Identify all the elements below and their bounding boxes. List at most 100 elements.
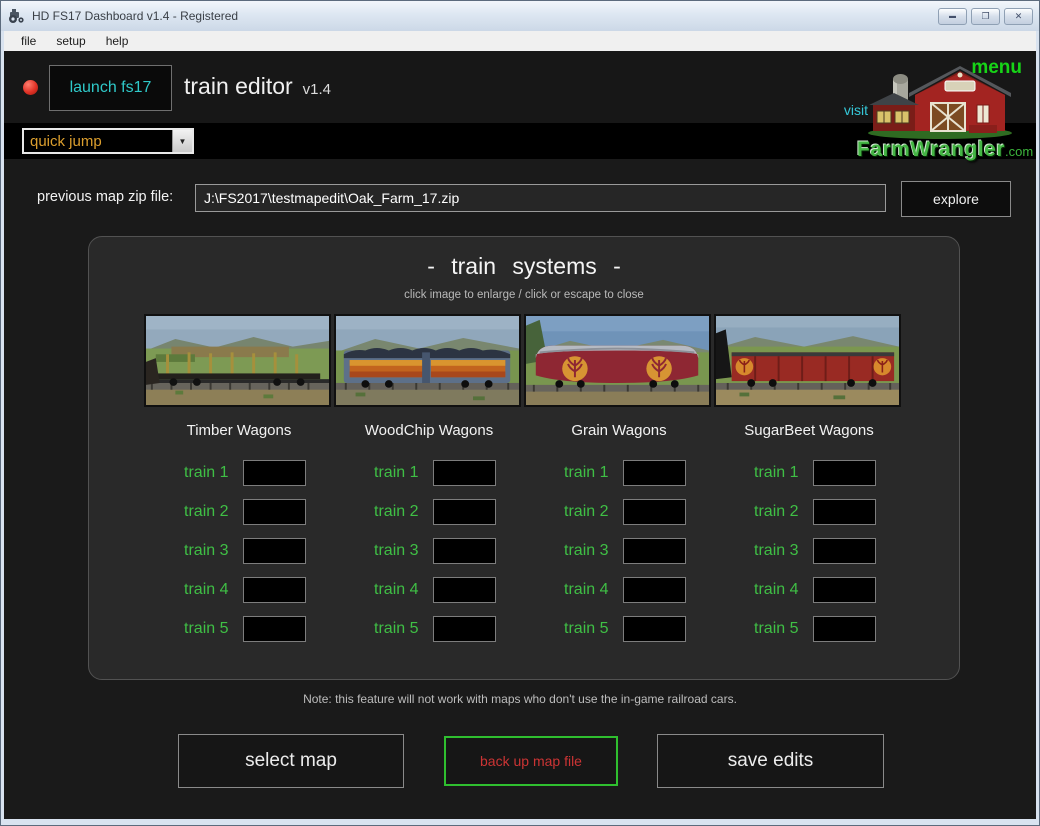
farmwrangler-logo[interactable]: FarmWrangler.com [857, 61, 1022, 162]
train-row-label: train 2 [173, 503, 229, 521]
select-map-button[interactable]: select map [178, 734, 404, 788]
map-zip-path-input[interactable] [195, 184, 886, 212]
train-row-label: train 2 [553, 503, 609, 521]
train-input-col4-row4[interactable] [813, 577, 876, 603]
app-window: HD FS17 Dashboard v1.4 - Registered ▬ ❐ … [0, 0, 1040, 826]
train-input-col2-row4[interactable] [433, 577, 496, 603]
train-systems-panel: - train systems - click image to enlarge… [88, 236, 960, 680]
train-row-label: train 3 [743, 542, 799, 560]
menubar: file setup help [4, 31, 1036, 51]
column-header: WoodChip Wagons [334, 422, 524, 444]
wagon-images-row [144, 314, 904, 407]
train-row-label: train 5 [743, 620, 799, 638]
grain-wagons-image[interactable] [524, 314, 711, 407]
quick-jump-selected-value: quick jump [24, 133, 172, 150]
train-row: train 2 [524, 498, 714, 525]
menu-file[interactable]: file [12, 33, 45, 49]
train-row: train 4 [524, 576, 714, 603]
timber-wagons-image[interactable] [144, 314, 331, 407]
train-row-label: train 4 [173, 581, 229, 599]
column-grain-wagons: Grain Wagons train 1 train 2 train 3 train … [524, 422, 714, 654]
panel-title: - train systems - [89, 253, 959, 280]
train-row: train 1 [334, 459, 524, 486]
train-row-label: train 3 [553, 542, 609, 560]
menu-setup[interactable]: setup [47, 33, 94, 49]
page-title-text: train editor [184, 73, 293, 99]
train-row: train 5 [144, 615, 334, 642]
titlebar[interactable]: HD FS17 Dashboard v1.4 - Registered ▬ ❐ … [1, 1, 1039, 31]
train-row: train 2 [714, 498, 904, 525]
train-row-label: train 2 [363, 503, 419, 521]
train-row: train 5 [714, 615, 904, 642]
train-input-col1-row1[interactable] [243, 460, 306, 486]
previous-map-label: previous map zip file: [37, 189, 173, 205]
footer-note: Note: this feature will not work with ma… [4, 692, 1036, 706]
train-input-col4-row3[interactable] [813, 538, 876, 564]
train-row-label: train 1 [553, 464, 609, 482]
train-row: train 3 [144, 537, 334, 564]
train-row: train 2 [144, 498, 334, 525]
wagon-columns: Timber Wagons train 1train 2train 3train… [144, 422, 904, 654]
column-timber-wagons: Timber Wagons train 1train 2train 3train… [144, 422, 334, 654]
train-row-label: train 5 [173, 620, 229, 638]
sugarbeet-wagons-image[interactable] [714, 314, 901, 407]
barn-logo-image [865, 61, 1015, 139]
window-frame: file setup help launch fs17 train editor… [4, 31, 1036, 819]
explore-button[interactable]: explore [901, 181, 1011, 217]
panel-subtitle: click image to enlarge / click or escape… [89, 289, 959, 301]
app-content: launch fs17 train editorv1.4 menu visit [4, 51, 1036, 819]
train-row: train 1 [524, 459, 714, 486]
maximize-icon: ❐ [981, 12, 989, 21]
woodchip-wagons-image[interactable] [334, 314, 521, 407]
close-icon: ✕ [1015, 12, 1023, 21]
train-row: train 4 [334, 576, 524, 603]
train-input-col2-row2[interactable] [433, 499, 496, 525]
train-row: train 4 [714, 576, 904, 603]
train-input-col4-row1[interactable] [813, 460, 876, 486]
train-input-col2-row5[interactable] [433, 616, 496, 642]
menu-help[interactable]: help [97, 33, 138, 49]
train-input-col4-row2[interactable] [813, 499, 876, 525]
backup-map-file-button[interactable]: back up map file [444, 736, 618, 786]
train-row-label: train 1 [743, 464, 799, 482]
train-row-label: train 4 [743, 581, 799, 599]
train-row-label: train 5 [363, 620, 419, 638]
train-row-label: train 3 [173, 542, 229, 560]
train-input-col1-row2[interactable] [243, 499, 306, 525]
page-version: v1.4 [303, 81, 331, 98]
train-input-col2-row3[interactable] [433, 538, 496, 564]
quick-jump-dropdown[interactable]: quick jump ▼ [22, 128, 194, 154]
train-input-col3-row2[interactable] [623, 499, 686, 525]
train-input-col1-row3[interactable] [243, 538, 306, 564]
brand-name[interactable]: FarmWrangler [857, 138, 1005, 161]
column-header: Grain Wagons [524, 422, 714, 444]
train-row-label: train 1 [173, 464, 229, 482]
train-row: train 5 [334, 615, 524, 642]
train-input-col3-row1[interactable] [623, 460, 686, 486]
maximize-button[interactable]: ❐ [971, 8, 1000, 25]
train-row: train 1 [144, 459, 334, 486]
train-input-col1-row5[interactable] [243, 616, 306, 642]
train-row: train 3 [334, 537, 524, 564]
train-input-col1-row4[interactable] [243, 577, 306, 603]
launch-fs17-button[interactable]: launch fs17 [49, 65, 172, 111]
train-row-label: train 4 [553, 581, 609, 599]
train-row-label: train 5 [553, 620, 609, 638]
train-row-label: train 4 [363, 581, 419, 599]
brand-tld: .com [1005, 144, 1033, 159]
chevron-down-icon[interactable]: ▼ [172, 130, 192, 152]
minimize-button[interactable]: ▬ [938, 8, 967, 25]
minimize-icon: ▬ [949, 13, 956, 20]
train-input-col3-row5[interactable] [623, 616, 686, 642]
close-button[interactable]: ✕ [1004, 8, 1033, 25]
train-input-col2-row1[interactable] [433, 460, 496, 486]
status-indicator-dot [23, 80, 38, 95]
column-sugarbeet-wagons: SugarBeet Wagons train 1train 2train 3tr… [714, 422, 904, 654]
train-input-col3-row4[interactable] [623, 577, 686, 603]
save-edits-button[interactable]: save edits [657, 734, 884, 788]
train-row-label: train 1 [363, 464, 419, 482]
train-input-col3-row3[interactable] [623, 538, 686, 564]
train-row: train 3 [714, 537, 904, 564]
train-row: train 3 [524, 537, 714, 564]
train-input-col4-row5[interactable] [813, 616, 876, 642]
